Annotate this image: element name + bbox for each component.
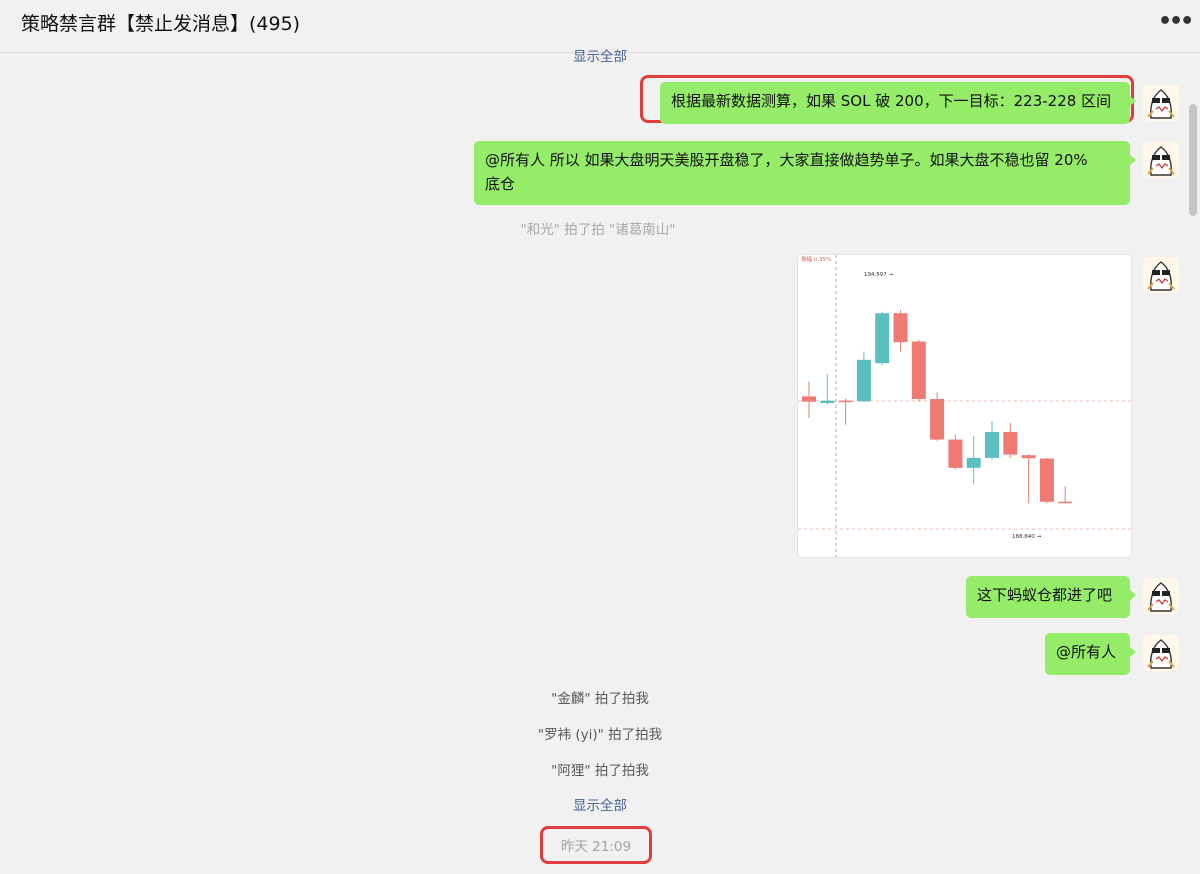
candle-body <box>838 400 853 403</box>
avatar-ghost-icon <box>1143 85 1179 121</box>
candle-body <box>875 313 890 364</box>
message-text: 这下蚂蚁仓都进了吧 <box>977 586 1113 604</box>
avatar-ghost-icon <box>1143 257 1179 293</box>
user-avatar[interactable] <box>1143 142 1179 178</box>
pat-notice-row: "和光" 拍了拍 "诸葛南山" <box>0 218 1200 238</box>
candle-body <box>985 431 999 458</box>
candle-body <box>1058 501 1073 504</box>
chart-top-label: 振幅 0.35% <box>801 255 831 263</box>
show-all-link[interactable]: 显示全部 <box>0 794 1200 814</box>
message-bubble[interactable]: 根据最新数据测算，如果 SOL 破 200，下一目标：223-228 区间 <box>660 82 1136 124</box>
candle-body <box>966 457 981 468</box>
low-price-label: 188.840 → <box>1012 534 1041 540</box>
candle-body <box>1039 458 1054 502</box>
candle-body <box>856 359 871 402</box>
message-text: @所有人 所以 如果大盘明天美股开盘稳了，大家直接做趋势单子。如果大盘不稳也留 … <box>485 151 1088 169</box>
avatar-ghost-icon <box>1143 142 1179 178</box>
chart-image-message[interactable]: 振幅 0.35% 194.597 → 188.840 → <box>797 254 1132 558</box>
message-bubble[interactable]: @所有人 所以 如果大盘明天美股开盘稳了，大家直接做趋势单子。如果大盘不稳也留 … <box>474 141 1136 205</box>
user-avatar[interactable] <box>1143 257 1179 293</box>
user-avatar[interactable] <box>1143 578 1179 614</box>
candle-body <box>930 399 945 440</box>
message-text: @所有人 <box>1056 643 1117 661</box>
timestamp: 昨天 21:09 <box>560 839 632 855</box>
candles-group <box>802 310 1073 504</box>
chat-title: 策略禁言群【禁止发消息】(495) <box>21 13 301 35</box>
candle-body <box>1021 455 1036 459</box>
pat-notice: "罗袆 (yi)" 拍了拍我 <box>537 727 663 743</box>
candlestick-chart: 振幅 0.35% 194.597 → 188.840 → <box>798 255 1131 557</box>
high-price-label: 194.597 → <box>864 272 893 278</box>
message-bubble[interactable]: 这下蚂蚁仓都进了吧 <box>966 576 1136 618</box>
candle-body <box>1003 431 1018 455</box>
user-avatar[interactable] <box>1143 85 1179 121</box>
message-text: 底仓 <box>485 175 516 193</box>
user-avatar[interactable] <box>1143 635 1179 671</box>
more-dots-icon[interactable]: ••• <box>1158 9 1194 34</box>
candle-body <box>911 341 926 400</box>
candle-body <box>893 313 908 343</box>
pat-notice: "阿狸" 拍了拍我 <box>551 763 649 779</box>
avatar-ghost-icon <box>1143 578 1179 614</box>
avatar-ghost-icon <box>1143 635 1179 671</box>
show-all-link-top[interactable]: 显示全部 <box>0 45 1200 65</box>
message-text: 根据最新数据测算，如果 SOL 破 200，下一目标：223-228 区间 <box>671 92 1112 110</box>
candle-body <box>820 400 835 404</box>
candle-body <box>948 439 963 468</box>
pat-notice: "和光" 拍了拍 "诸葛南山" <box>520 222 676 238</box>
pat-notice: "金麟" 拍了拍我 <box>551 691 649 707</box>
candle-body <box>802 396 816 402</box>
scrollbar-thumb[interactable] <box>1189 104 1197 216</box>
message-bubble[interactable]: @所有人 <box>1045 633 1136 675</box>
